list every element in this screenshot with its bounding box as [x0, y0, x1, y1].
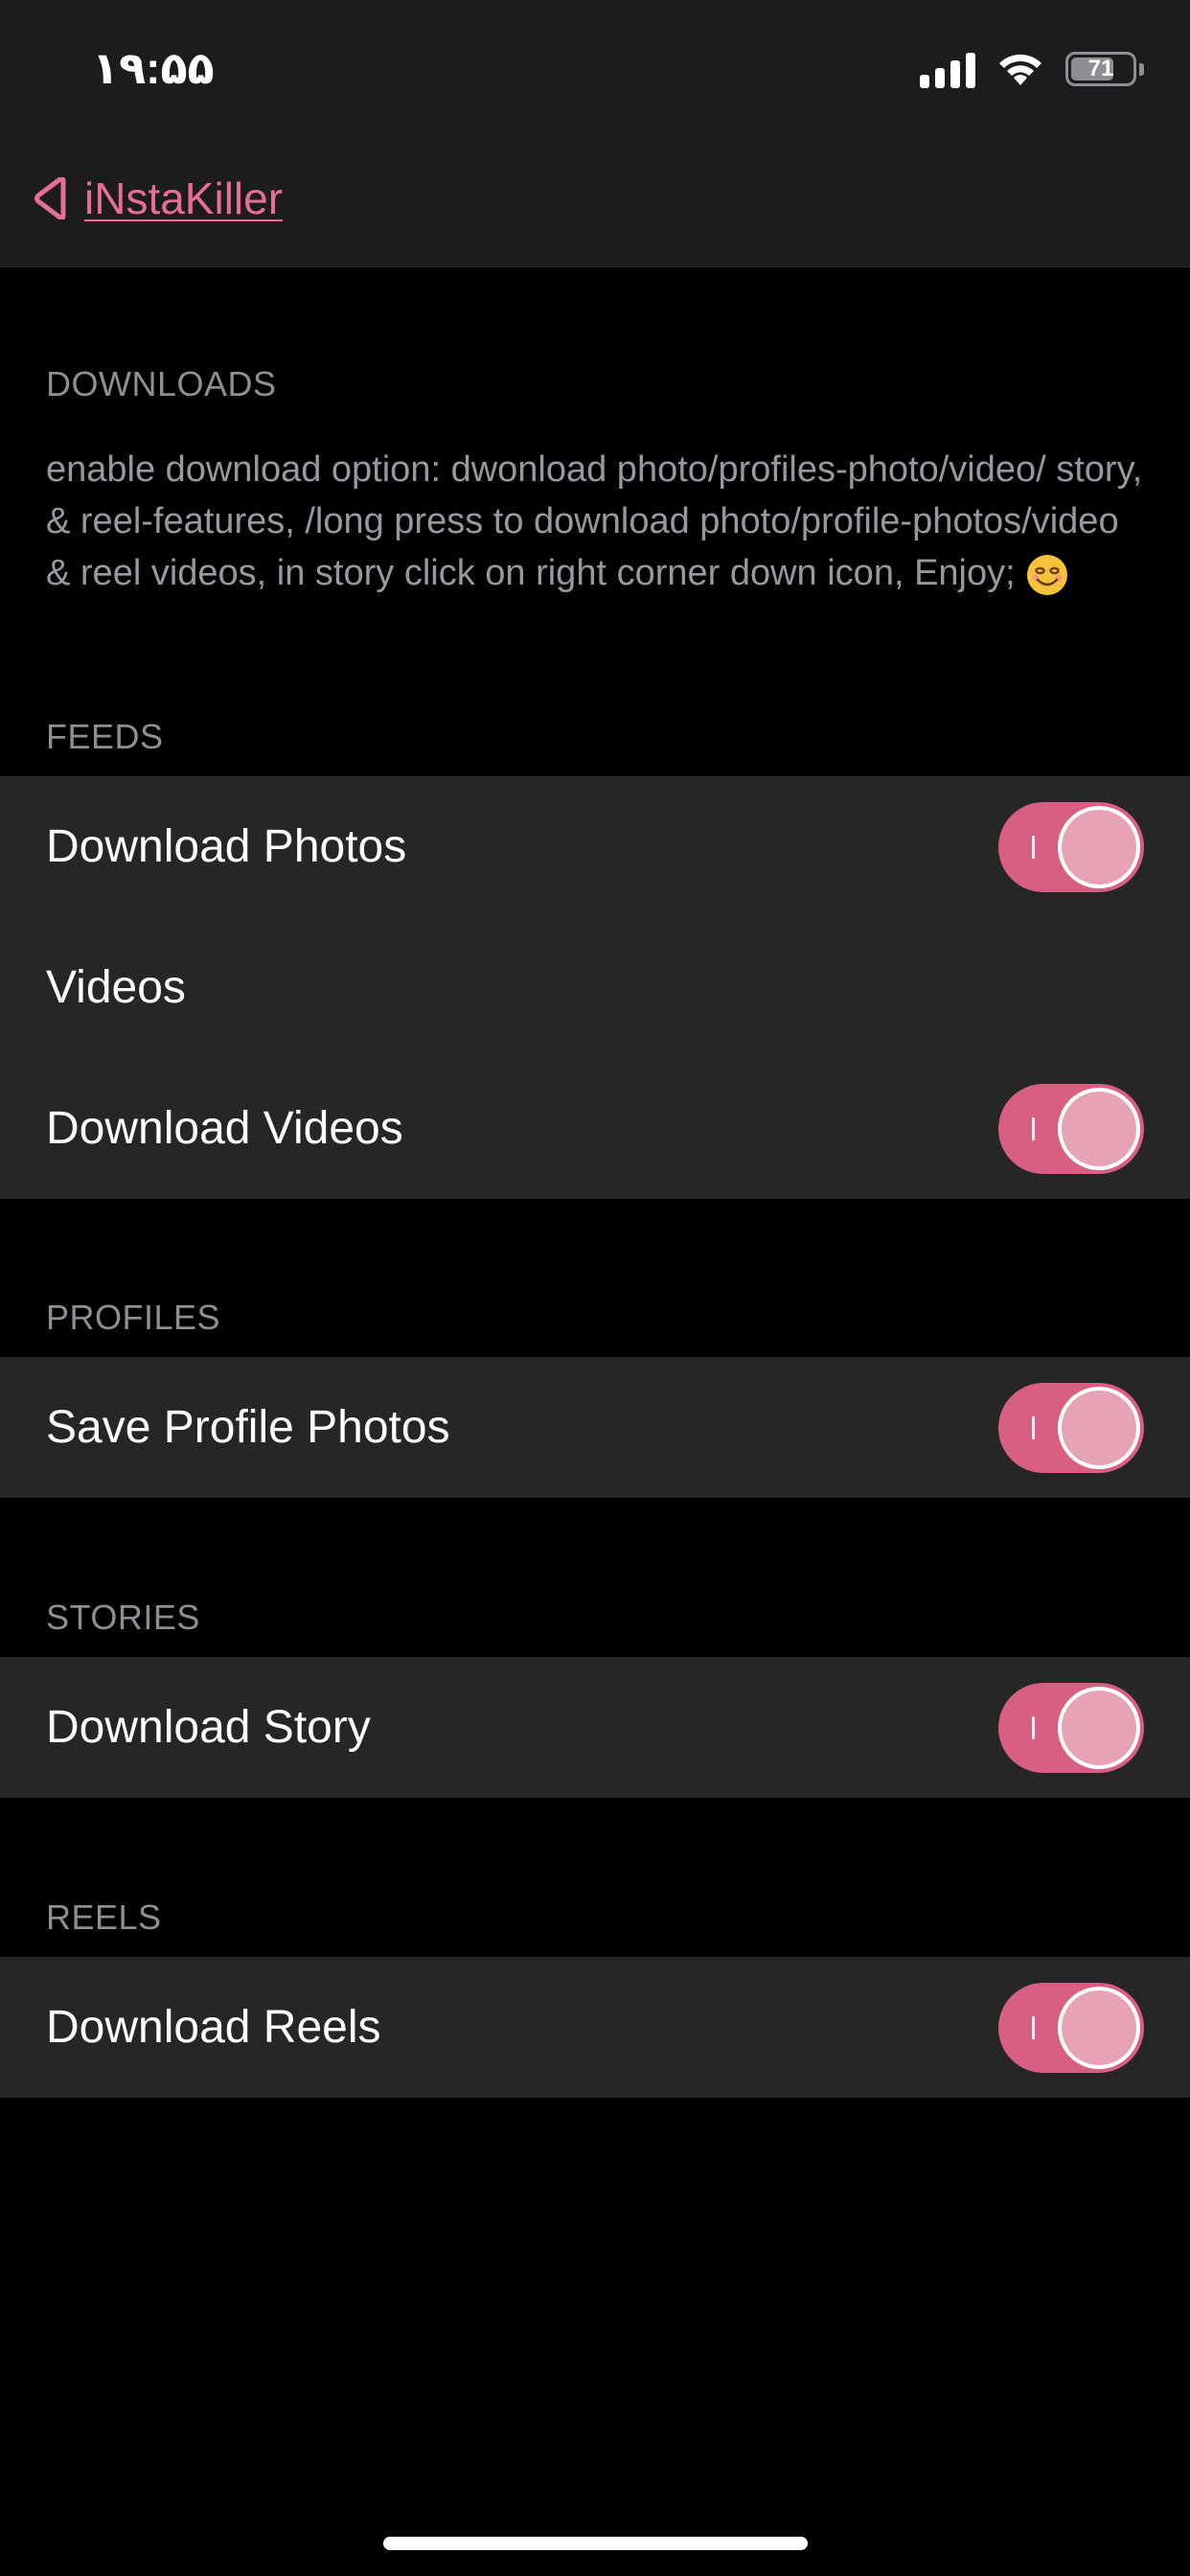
download-story-label: Download Story [46, 1702, 371, 1753]
download-videos-label: Download Videos [46, 1103, 403, 1154]
save-profile-photos-label: Save Profile Photos [46, 1402, 450, 1453]
downloads-description-text: enable download option: dwonload photo/p… [46, 449, 1143, 593]
download-photos-toggle[interactable] [998, 801, 1144, 892]
toggle-knob [1058, 805, 1140, 888]
cellular-signal-icon [920, 50, 975, 88]
download-photos-label: Download Photos [46, 821, 407, 872]
home-indicator[interactable] [383, 2537, 808, 2550]
stories-group: Download Story [0, 1657, 1190, 1798]
download-reels-label: Download Reels [46, 2002, 381, 2053]
wifi-icon [999, 54, 1041, 85]
save-profile-photos-row: Save Profile Photos [0, 1357, 1190, 1498]
section-header-stories: STORIES [46, 1598, 200, 1637]
navigation-bar: ۱۹:۵۵ 71 iNstaKiller [0, 0, 1190, 267]
download-videos-toggle[interactable] [998, 1083, 1144, 1174]
download-photos-row: Download Photos [0, 776, 1190, 917]
back-button-label: iNstaKiller [84, 173, 284, 223]
profiles-group: Save Profile Photos [0, 1357, 1190, 1498]
status-icons: 71 [920, 50, 1144, 88]
toggle-knob [1058, 1087, 1140, 1170]
toggle-knob [1058, 1386, 1140, 1469]
battery-percentage: 71 [1087, 56, 1114, 81]
section-header-profiles: PROFILES [46, 1298, 221, 1337]
toggle-knob [1058, 1686, 1140, 1769]
status-time: ۱۹:۵۵ [92, 43, 215, 93]
download-story-toggle[interactable] [998, 1682, 1144, 1773]
download-reels-toggle[interactable] [998, 1982, 1144, 2073]
download-videos-row: Download Videos [0, 1058, 1190, 1199]
videos-row: Videos [0, 917, 1190, 1058]
battery-icon: 71 [1065, 52, 1144, 86]
section-header-downloads: DOWNLOADS [46, 364, 277, 403]
download-story-row: Download Story [0, 1657, 1190, 1798]
reels-group: Download Reels [0, 1957, 1190, 2098]
back-button[interactable]: iNstaKiller [33, 172, 283, 224]
smiling-face-emoji-icon [1027, 554, 1068, 595]
section-header-reels: REELS [46, 1898, 162, 1937]
toggle-knob [1058, 1986, 1140, 2069]
videos-label: Videos [46, 962, 186, 1013]
back-arrow-icon [34, 177, 66, 219]
save-profile-photos-toggle[interactable] [998, 1382, 1144, 1473]
feeds-group: Download Photos Videos Download Videos [0, 776, 1190, 1199]
download-reels-row: Download Reels [0, 1957, 1190, 2098]
downloads-description: enable download option: dwonload photo/p… [46, 444, 1148, 599]
section-header-feeds: FEEDS [46, 717, 164, 756]
